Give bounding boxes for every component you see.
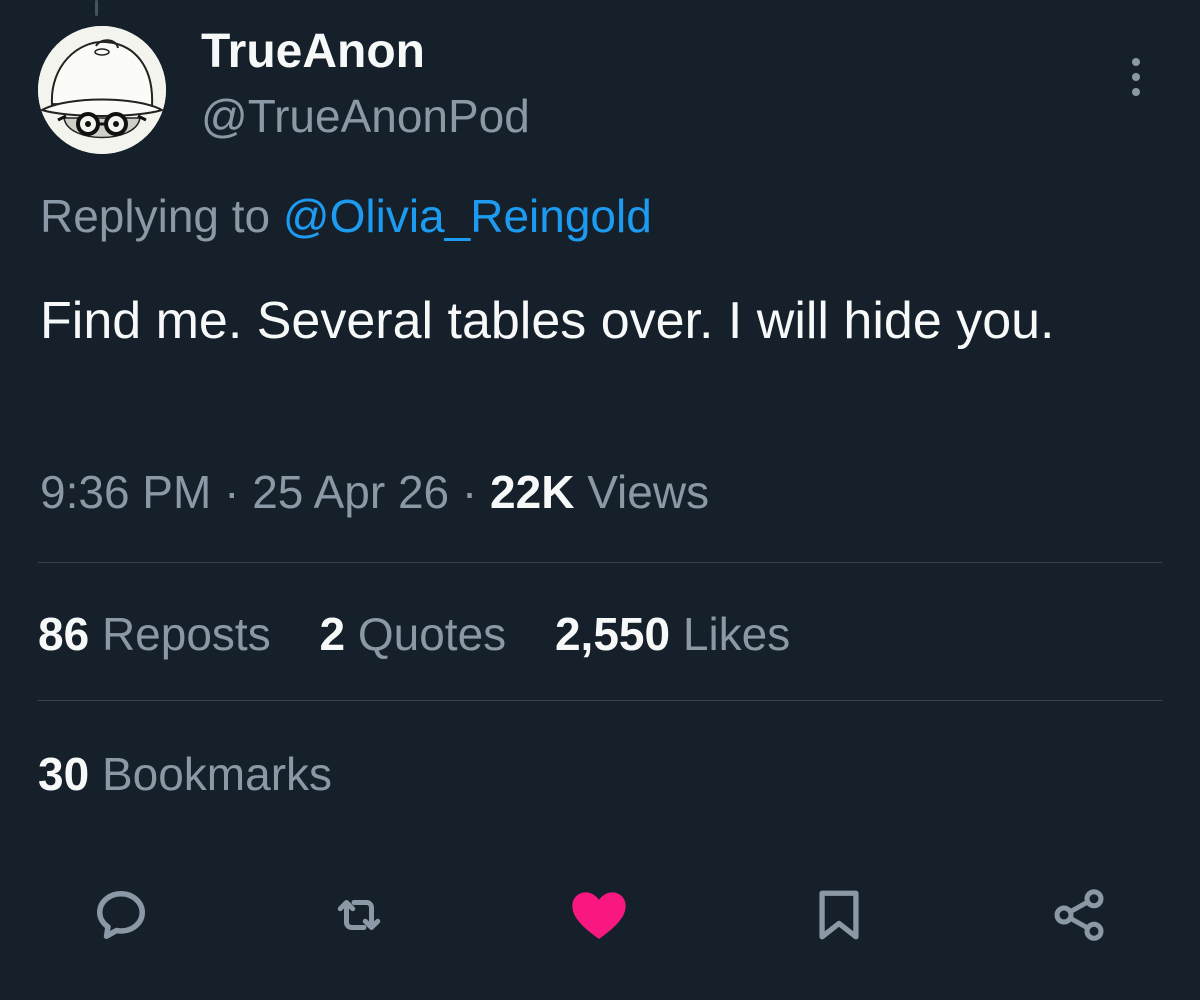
likes-label: Likes: [682, 608, 791, 660]
replying-to-label: Replying to: [40, 190, 271, 242]
like-button[interactable]: [564, 880, 634, 950]
more-dot-icon: [1132, 58, 1140, 66]
divider: [38, 562, 1162, 563]
heart-icon: [572, 892, 626, 939]
user-handle[interactable]: @TrueAnonPod: [201, 88, 530, 144]
reply-mention-link[interactable]: @Olivia_Reingold: [283, 190, 652, 242]
share-button[interactable]: [1044, 880, 1114, 950]
reposts-label: Reposts: [101, 608, 271, 660]
tweet-time[interactable]: 9:36 PM: [40, 466, 211, 518]
reposts-count: 86: [38, 608, 90, 660]
views-count: 22K: [490, 466, 575, 518]
bookmarks-label: Bookmarks: [101, 748, 333, 800]
repost-button[interactable]: [324, 880, 394, 950]
reposts-stat[interactable]: 86 Reposts: [38, 608, 283, 660]
reply-icon: [97, 891, 145, 939]
tweet-text: Find me. Several tables over. I will hid…: [40, 292, 1055, 350]
tweet-meta: 9:36 PM · 25 Apr 26 · 22K Views: [40, 462, 709, 522]
bookmark-button[interactable]: [804, 880, 874, 950]
quotes-stat[interactable]: 2 Quotes: [319, 608, 518, 660]
likes-stat[interactable]: 2,550 Likes: [555, 608, 790, 660]
more-options-button[interactable]: [1118, 52, 1154, 102]
avatar-cartoon-icon: [38, 26, 166, 154]
repost-icon: [337, 900, 381, 930]
more-dot-icon: [1132, 73, 1140, 81]
divider: [38, 700, 1162, 701]
tweet-detail: TrueAnon @TrueAnonPod Replying to @Olivi…: [0, 0, 1200, 1000]
quotes-count: 2: [319, 608, 346, 660]
bookmarks-stat[interactable]: 30 Bookmarks: [38, 744, 332, 804]
quotes-label: Quotes: [357, 608, 507, 660]
engagement-stats: 86 Reposts 2 Quotes 2,550 Likes: [38, 604, 826, 664]
bookmarks-count: 30: [38, 748, 90, 800]
share-icon: [1054, 889, 1104, 941]
thread-connector-line: [95, 0, 98, 16]
more-dot-icon: [1132, 88, 1140, 96]
replying-to: Replying to @Olivia_Reingold: [40, 188, 652, 244]
meta-separator: ·: [461, 466, 478, 518]
avatar[interactable]: [38, 26, 166, 154]
likes-count: 2,550: [554, 608, 671, 660]
tweet-date[interactable]: 25 Apr 26: [252, 466, 449, 518]
bookmark-icon: [819, 890, 859, 940]
views-label: Views: [587, 466, 710, 518]
reply-button[interactable]: [86, 880, 156, 950]
meta-separator: ·: [224, 466, 240, 518]
display-name[interactable]: TrueAnon: [201, 24, 425, 80]
